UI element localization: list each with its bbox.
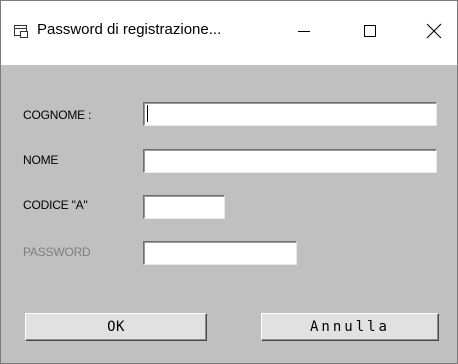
- registration-dialog: Password di registrazione... COGNOME : N…: [0, 0, 458, 364]
- codice-input[interactable]: [143, 195, 225, 219]
- password-label: PASSWORD: [23, 245, 91, 259]
- text-caret: [147, 105, 148, 122]
- ok-button[interactable]: OK: [25, 313, 207, 341]
- cancel-button[interactable]: Annulla: [261, 313, 439, 341]
- password-input[interactable]: [143, 241, 297, 265]
- dialog-body: COGNOME : NOME CODICE "A" PASSWORD OK An…: [1, 65, 457, 363]
- window-title: Password di registrazione...: [37, 21, 222, 38]
- title-bar[interactable]: Password di registrazione...: [1, 1, 457, 65]
- maximize-icon: [363, 24, 377, 43]
- codice-label: CODICE "A": [23, 198, 88, 212]
- nome-input[interactable]: [143, 149, 437, 173]
- minimize-button[interactable]: [281, 1, 327, 65]
- minimize-icon: [297, 24, 311, 43]
- cognome-label: COGNOME :: [23, 108, 92, 122]
- nome-label: NOME: [23, 153, 59, 167]
- app-icon: [13, 23, 29, 39]
- close-icon: [426, 23, 442, 44]
- cognome-input[interactable]: [143, 102, 437, 126]
- close-button[interactable]: [411, 1, 457, 65]
- maximize-button[interactable]: [347, 1, 393, 65]
